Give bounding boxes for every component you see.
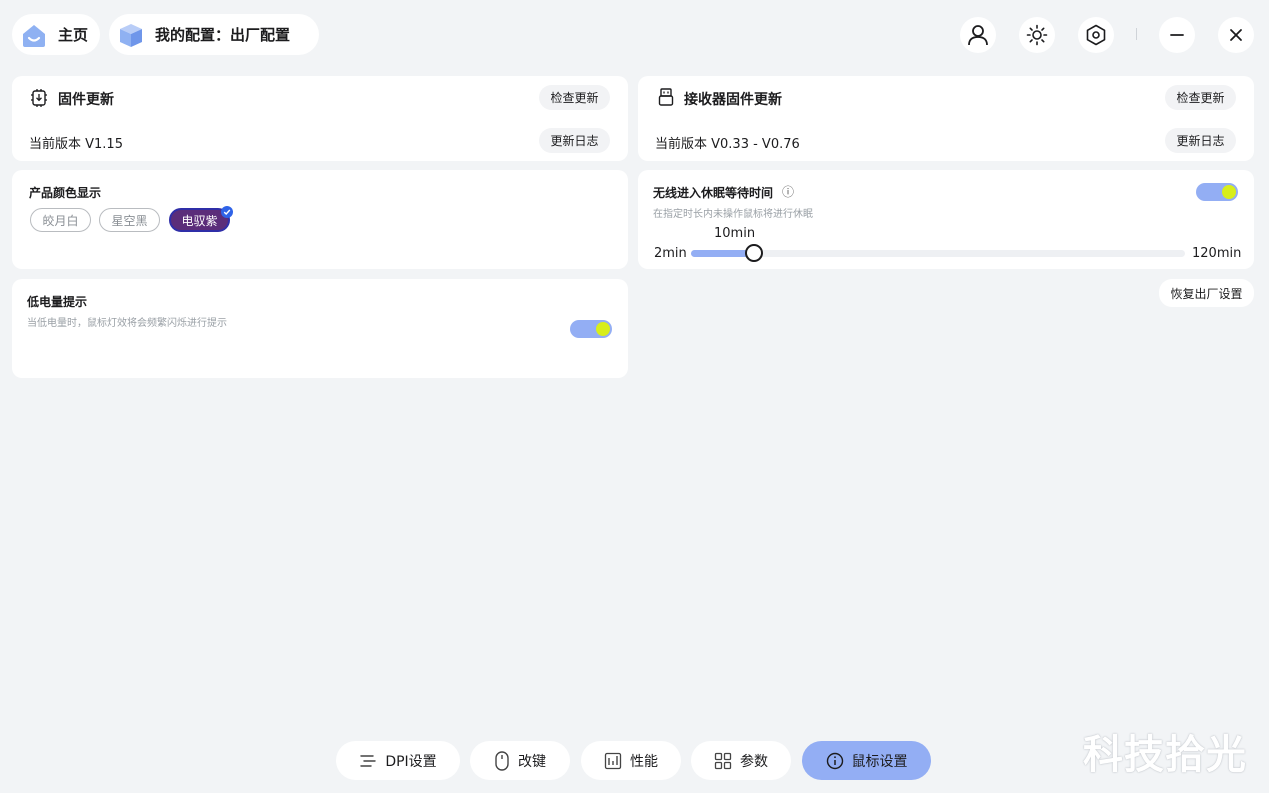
slider-thumb[interactable]: [744, 244, 763, 262]
minimize-button[interactable]: [1159, 17, 1195, 53]
close-button[interactable]: [1218, 17, 1254, 53]
tab-dpi-label: DPI设置: [385, 753, 437, 770]
slider-min-label: 2min: [654, 246, 687, 261]
mouse-icon: [495, 750, 509, 771]
sleep-hint: 在指定时长内未操作鼠标将进行休眠: [653, 209, 813, 220]
check-icon: [221, 206, 233, 218]
firmware-check-update-button[interactable]: 检查更新: [539, 85, 610, 110]
tab-keys[interactable]: 改键: [470, 741, 570, 780]
tab-keys-label: 改键: [518, 753, 546, 770]
settings-hex-icon: [1086, 24, 1106, 46]
low-battery-title: 低电量提示: [27, 295, 88, 309]
receiver-icon: [658, 88, 674, 106]
firmware-changelog-button[interactable]: 更新日志: [539, 128, 610, 153]
brightness-icon: [1026, 24, 1048, 46]
low-battery-hint: 当低电量时，鼠标灯效将会频繁闪烁进行提示: [27, 318, 227, 329]
info-circle-icon: [826, 752, 843, 769]
performance-icon: [604, 752, 622, 769]
firmware-version: 当前版本 V1.15: [29, 137, 123, 152]
cube-icon: [120, 23, 142, 47]
receiver-check-update-button[interactable]: 检查更新: [1165, 85, 1236, 110]
sleep-toggle-knob: [1222, 185, 1236, 199]
firmware-title: 固件更新: [58, 92, 114, 108]
user-button[interactable]: [960, 17, 996, 53]
minimize-icon: [1170, 34, 1184, 36]
home-icon: [23, 24, 45, 47]
tab-params[interactable]: 参数: [691, 741, 791, 780]
tab-dpi[interactable]: DPI设置: [336, 741, 460, 780]
close-icon: [1230, 29, 1242, 41]
watermark: 科技拾光: [1083, 732, 1247, 778]
tab-performance[interactable]: 性能: [581, 741, 681, 780]
sleep-title: 无线进入休眠等待时间: [653, 186, 774, 200]
sleep-slider[interactable]: [691, 244, 1185, 262]
home-label: 主页: [58, 26, 89, 44]
firmware-card: 固件更新 检查更新 当前版本 V1.15 更新日志: [12, 76, 628, 161]
user-icon: [968, 25, 988, 46]
receiver-changelog-button[interactable]: 更新日志: [1165, 128, 1236, 153]
config-label: 我的配置：出厂配置: [155, 26, 291, 44]
brightness-button[interactable]: [1019, 17, 1055, 53]
home-tab[interactable]: 主页: [12, 14, 100, 55]
color-display-title: 产品颜色显示: [29, 186, 102, 200]
header-divider: [1136, 28, 1137, 40]
slider-value-label: 10min: [714, 226, 756, 241]
sleep-toggle[interactable]: [1196, 183, 1238, 201]
receiver-version: 当前版本 V0.33 - V0.76: [655, 137, 800, 152]
tab-mouse-settings[interactable]: 鼠标设置: [802, 741, 931, 780]
dpi-icon: [360, 754, 377, 767]
tab-mouse-settings-label: 鼠标设置: [851, 753, 908, 770]
color-chip-purple-label: 电驭紫: [181, 213, 218, 228]
info-icon[interactable]: ⓘ: [782, 183, 794, 200]
low-battery-toggle[interactable]: [570, 320, 612, 338]
tab-params-label: 参数: [740, 753, 768, 770]
color-chip-black[interactable]: 星空黑: [99, 208, 160, 232]
color-chip-purple[interactable]: 电驭紫: [169, 206, 233, 232]
config-tab[interactable]: 我的配置：出厂配置: [109, 14, 319, 55]
chip-download-icon: [31, 89, 47, 107]
slider-max-label: 120min: [1192, 246, 1242, 261]
grid-icon: [714, 752, 732, 769]
receiver-title: 接收器固件更新: [684, 92, 782, 108]
restore-factory-button[interactable]: 恢复出厂设置: [1159, 279, 1254, 307]
low-battery-toggle-knob: [596, 322, 610, 336]
color-chip-white[interactable]: 皎月白: [30, 208, 91, 232]
tab-performance-label: 性能: [630, 753, 658, 770]
settings-button[interactable]: [1078, 17, 1114, 53]
receiver-card: 接收器固件更新 检查更新 当前版本 V0.33 - V0.76 更新日志: [638, 76, 1254, 161]
